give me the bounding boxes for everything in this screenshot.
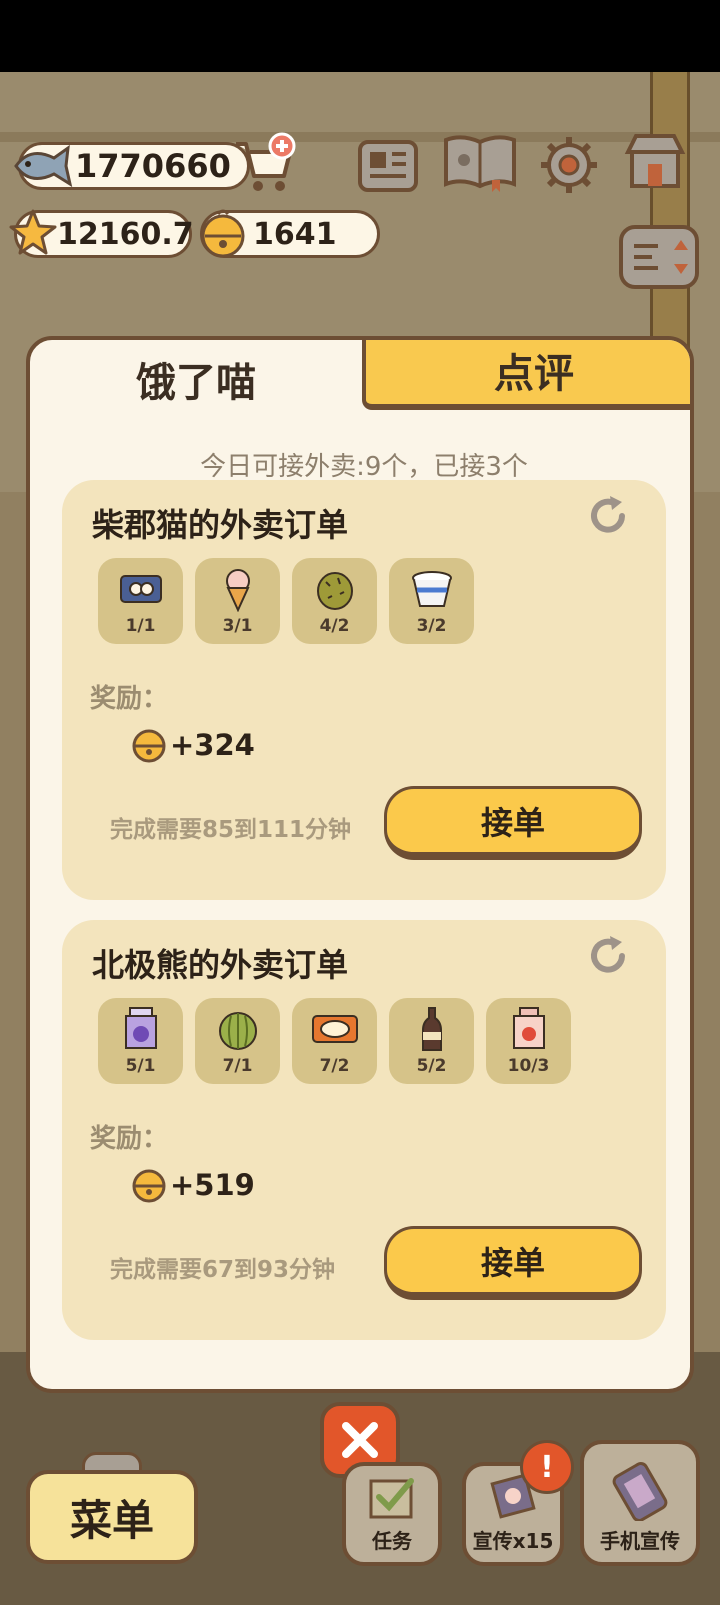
item-count: 7/1 bbox=[222, 1056, 253, 1076]
item-count: 3/1 bbox=[222, 616, 253, 636]
star-count: 12160.7 bbox=[57, 216, 194, 252]
store-icon[interactable] bbox=[622, 130, 688, 192]
order-card: 柴郡猫的外卖订单 1/1 3/1 4/2 3/2 奖励： +324 完成需要85… bbox=[62, 480, 666, 900]
order-item: 5/1 bbox=[98, 998, 183, 1084]
fish-icon bbox=[14, 144, 73, 188]
menu-button[interactable]: 菜单 bbox=[26, 1470, 198, 1564]
tab-ele-meow[interactable]: 饿了喵 bbox=[30, 340, 362, 418]
duration-text: 完成需要67到93分钟 bbox=[110, 1257, 336, 1283]
accept-order-button[interactable]: 接单 bbox=[384, 786, 642, 860]
settings-gear-icon[interactable] bbox=[536, 134, 602, 196]
reward-label: 奖励： bbox=[90, 684, 169, 714]
fish-count: 1770660 bbox=[75, 147, 231, 185]
order-title: 柴郡猫的外卖订单 bbox=[92, 506, 349, 544]
order-item: 3/1 bbox=[195, 558, 280, 644]
star-icon bbox=[9, 209, 57, 255]
sushi-roll-icon bbox=[120, 575, 162, 603]
phone-promo-button[interactable]: 手机宣传 bbox=[580, 1440, 700, 1566]
reward-amount: +324 bbox=[170, 728, 255, 762]
order-items: 5/1 7/1 7/2 5/2 10/3 bbox=[98, 998, 571, 1084]
item-count: 4/2 bbox=[319, 616, 350, 636]
newspaper-icon[interactable] bbox=[356, 136, 422, 198]
yogurt-cup-icon bbox=[412, 571, 452, 607]
ice-cream-cone-icon bbox=[226, 569, 250, 612]
accept-order-button[interactable]: 接单 bbox=[384, 1226, 642, 1300]
order-item: 7/1 bbox=[195, 998, 280, 1084]
order-item: 7/2 bbox=[292, 998, 377, 1084]
daily-quota-text: 今日可接外卖:9个，已接3个 bbox=[200, 452, 528, 482]
grape-drink-icon bbox=[125, 1007, 157, 1049]
fried-rice-icon bbox=[312, 1015, 358, 1043]
item-count: 7/2 bbox=[319, 1056, 350, 1076]
bell-icon bbox=[201, 209, 245, 258]
reward-amount: +519 bbox=[170, 1168, 255, 1202]
status-bar bbox=[0, 0, 720, 72]
bell-icon bbox=[132, 1169, 166, 1203]
cola-bottle-icon bbox=[422, 1007, 442, 1051]
item-count: 5/2 bbox=[416, 1056, 447, 1076]
order-item: 5/2 bbox=[389, 998, 474, 1084]
order-item: 10/3 bbox=[486, 998, 571, 1084]
item-count: 1/1 bbox=[125, 616, 156, 636]
order-item: 4/2 bbox=[292, 558, 377, 644]
delivery-panel: 饿了喵 点评 今日可接外卖:9个，已接3个 柴郡猫的外卖订单 1/1 3/1 4… bbox=[26, 336, 694, 1393]
sort-toggle-icon[interactable] bbox=[618, 224, 700, 290]
order-item: 1/1 bbox=[98, 558, 183, 644]
bell-count: 1641 bbox=[253, 216, 337, 252]
strawberry-drink-icon bbox=[513, 1007, 545, 1049]
item-count: 3/2 bbox=[416, 616, 447, 636]
bell-icon bbox=[132, 729, 166, 763]
alert-badge: ! bbox=[520, 1440, 574, 1494]
task-button[interactable]: 任务 bbox=[342, 1462, 442, 1566]
checklist-icon bbox=[369, 1478, 414, 1519]
durian-icon bbox=[317, 572, 353, 610]
duration-text: 完成需要85到111分钟 bbox=[110, 817, 352, 843]
order-items: 1/1 3/1 4/2 3/2 bbox=[98, 558, 474, 644]
close-icon bbox=[342, 1422, 378, 1458]
item-count: 5/1 bbox=[125, 1056, 156, 1076]
phone-promo-label: 手机宣传 bbox=[600, 1529, 680, 1553]
task-label: 任务 bbox=[372, 1529, 412, 1553]
order-item: 3/2 bbox=[389, 558, 474, 644]
watermelon-icon bbox=[219, 1012, 257, 1050]
refresh-icon[interactable] bbox=[586, 934, 630, 978]
order-title: 北极熊的外卖订单 bbox=[92, 946, 349, 984]
phone-icon bbox=[612, 1462, 668, 1521]
recipe-book-icon[interactable] bbox=[440, 132, 520, 194]
reward-label: 奖励： bbox=[90, 1124, 169, 1154]
refresh-icon[interactable] bbox=[586, 494, 630, 538]
tab-review[interactable]: 点评 bbox=[362, 340, 690, 410]
promo-label: 宣传x15 bbox=[472, 1529, 554, 1553]
item-count: 10/3 bbox=[507, 1056, 550, 1076]
shop-cart-icon[interactable] bbox=[232, 132, 302, 196]
order-card: 北极熊的外卖订单 5/1 7/1 7/2 5/2 10/3 奖励： +519 完… bbox=[62, 920, 666, 1340]
